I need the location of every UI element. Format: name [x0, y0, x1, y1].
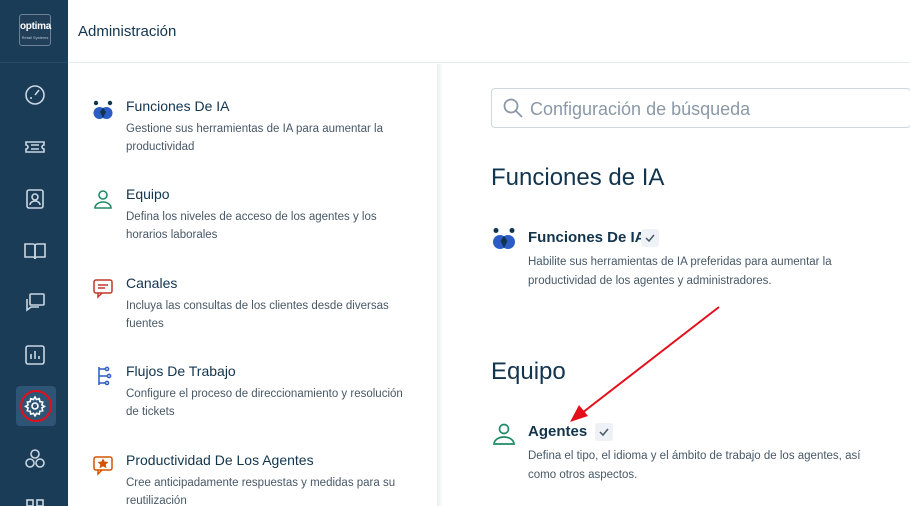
settings-highlight-circle [20, 390, 52, 422]
feature-description: Defina el tipo, el idioma y el ámbito de… [528, 450, 861, 481]
ai-features-icon [491, 227, 517, 253]
admin-content-panel: Configuración de búsqueda Funciones de I… [443, 64, 910, 506]
check-badge-icon [595, 423, 613, 441]
workflow-icon [92, 365, 114, 387]
team-person-icon [92, 188, 114, 210]
rail-divider [0, 62, 68, 63]
conversations-icon[interactable] [22, 290, 48, 316]
category-title: Flujos De Trabajo [126, 363, 236, 379]
logo-text: optima [20, 21, 51, 32]
category-description: Incluya las consultas de los clientes de… [126, 300, 389, 330]
category-title: Equipo [126, 186, 170, 202]
check-badge-icon [641, 229, 659, 247]
dashboard-gauge-icon[interactable] [22, 82, 48, 108]
agents-person-icon [491, 421, 517, 447]
section-heading-team: Equipo [491, 358, 566, 385]
channels-chat-icon [92, 277, 114, 299]
logo-subtext: Retail Systems [21, 35, 49, 40]
category-title: Canales [126, 275, 178, 291]
page-title: Administración [78, 23, 177, 40]
agent-productivity-icon [92, 454, 114, 476]
search-icon [502, 97, 524, 119]
knowledge-base-book-icon[interactable] [22, 238, 48, 264]
reports-chart-icon[interactable] [22, 342, 48, 368]
contacts-icon[interactable] [22, 186, 48, 212]
left-nav-rail: optima Retail Systems [0, 0, 68, 506]
optima-logo[interactable]: optima Retail Systems [19, 14, 51, 46]
apps-hexagons-icon[interactable] [22, 446, 48, 472]
feature-description: Habilite sus herramientas de IA preferid… [528, 256, 832, 287]
search-input[interactable]: Configuración de búsqueda [530, 99, 750, 120]
settings-search-box[interactable]: Configuración de búsqueda [491, 88, 910, 128]
admin-category-list: Funciones De IA Gestione sus herramienta… [68, 64, 438, 506]
tickets-icon[interactable] [22, 134, 48, 160]
grid-icon[interactable] [22, 496, 48, 506]
category-title: Funciones De IA [126, 98, 230, 114]
category-description: Cree anticipadamente respuestas y medida… [126, 477, 396, 506]
category-description: Gestione sus herramientas de IA para aum… [126, 123, 383, 153]
category-description: Configure el proceso de direccionamiento… [126, 388, 403, 418]
section-heading-ai: Funciones de IA [491, 164, 665, 191]
category-description: Defina los niveles de acceso de los agen… [126, 211, 377, 241]
feature-title: Agentes [528, 423, 588, 440]
page-header: Administración [68, 0, 910, 63]
category-title: Productividad De Los Agentes [126, 452, 314, 468]
ai-features-icon [92, 100, 114, 122]
feature-title: Funciones De IA [528, 229, 646, 246]
